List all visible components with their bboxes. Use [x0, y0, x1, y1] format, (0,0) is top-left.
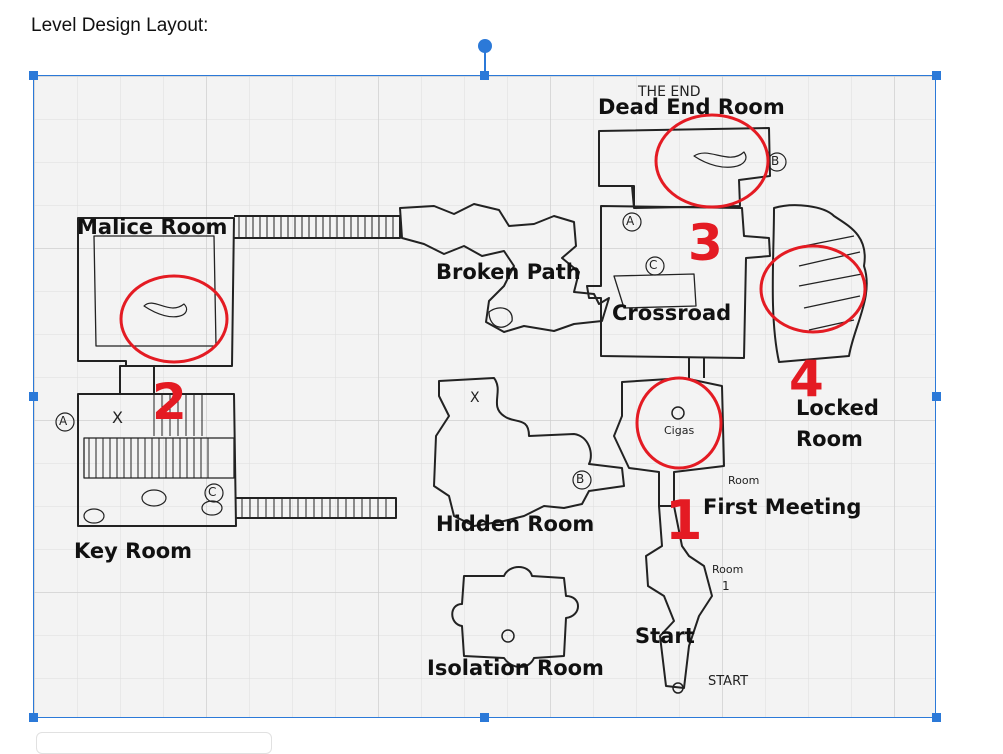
note-letter-c1: C: [649, 258, 658, 272]
marker-number-4: 4: [789, 350, 824, 408]
label-dead-end-room: Dead End Room: [598, 95, 785, 119]
label-malice-room: Malice Room: [77, 215, 228, 239]
label-hidden-room: Hidden Room: [436, 512, 595, 536]
document-heading: Level Design Layout:: [31, 15, 209, 36]
rotation-handle[interactable]: [478, 39, 492, 53]
resize-handle-middle-left[interactable]: [29, 392, 38, 401]
label-first-meeting: First Meeting: [703, 495, 862, 519]
note-x2: X: [470, 390, 480, 406]
note-room: Room: [728, 474, 760, 487]
label-isolation-room: Isolation Room: [427, 656, 604, 680]
note-start-small: START: [708, 674, 749, 689]
resize-handle-top-middle[interactable]: [480, 71, 489, 80]
resize-handle-bottom-right[interactable]: [932, 713, 941, 722]
resize-handle-top-right[interactable]: [932, 71, 941, 80]
note-letter-a2: A: [626, 214, 635, 228]
label-broken-path: Broken Path: [436, 260, 581, 284]
resize-handle-bottom-left[interactable]: [29, 713, 38, 722]
label-locked-room-line2: Room: [796, 427, 863, 451]
label-key-room: Key Room: [74, 539, 193, 563]
marker-number-1: 1: [665, 489, 703, 552]
note-letter-c2: C: [208, 485, 217, 499]
label-start: Start: [635, 624, 695, 648]
note-room-1-b: 1: [722, 579, 730, 593]
note-cigas: Cigas: [664, 424, 695, 437]
resize-handle-top-left[interactable]: [29, 71, 38, 80]
label-crossroad: Crossroad: [612, 301, 732, 325]
marker-number-3: 3: [688, 214, 723, 272]
level-map-drawing[interactable]: THE END Cigas Room Room 1 START A A B B …: [33, 75, 936, 718]
image-options-bar[interactable]: [36, 732, 272, 754]
note-letter-b1: B: [771, 154, 780, 168]
resize-handle-middle-right[interactable]: [932, 392, 941, 401]
resize-handle-bottom-middle[interactable]: [480, 713, 489, 722]
note-room-1-a: Room: [712, 563, 744, 576]
marker-number-2: 2: [152, 373, 187, 431]
note-letter-a1: A: [59, 414, 68, 428]
note-x1: X: [112, 408, 123, 427]
note-letter-b2: B: [576, 472, 585, 486]
